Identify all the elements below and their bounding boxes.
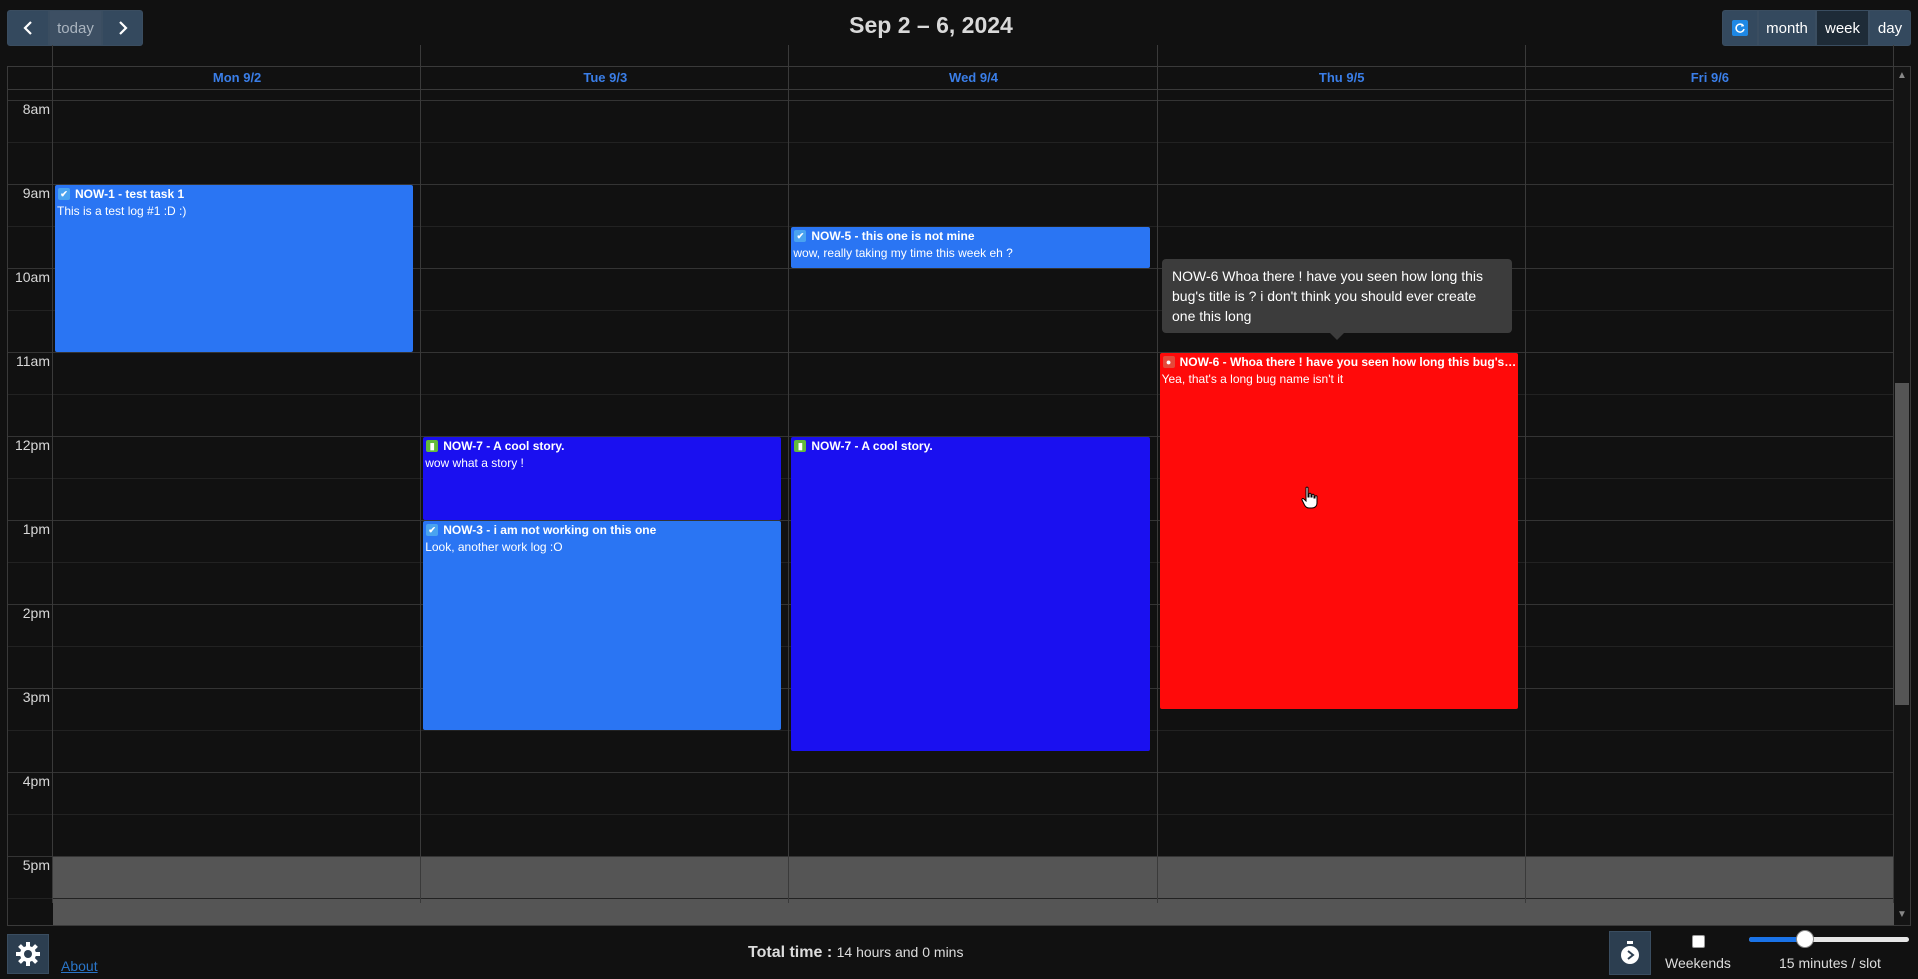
column-divider: [420, 45, 422, 903]
task-checkbox-icon: ✔: [58, 188, 70, 201]
day-header: Wed 9/4: [949, 70, 998, 85]
total-time: Total time : 14 hours and 0 mins: [748, 944, 963, 962]
task-checkbox-icon: ✔: [426, 524, 439, 537]
story-bookmark-icon: ▮: [426, 440, 439, 453]
hour-label: 10am: [14, 269, 50, 286]
scrollbar[interactable]: ▲ ▼: [1894, 67, 1910, 925]
slot-label: 15 minutes / slot: [1779, 955, 1881, 971]
event-title: NOW-3 - i am not working on this one: [443, 523, 657, 538]
refresh-button[interactable]: [1722, 10, 1758, 46]
hour-label: 3pm: [22, 689, 50, 706]
event-title: NOW-7 - A cool story.: [443, 439, 565, 454]
grid-line: [8, 394, 1894, 396]
event-description: This is a test log #1 :D :): [57, 204, 187, 219]
view-week-button[interactable]: week: [1816, 10, 1869, 46]
time-grid[interactable]: 8am 9am 10am 11am 12pm 1pm 2pm 3pm 4pm 5pm ✔ NOW-1…: [8, 89, 1894, 925]
task-checkbox-icon: ✔: [794, 230, 807, 243]
gear-icon: [16, 942, 40, 966]
event-description: Look, another work log :O: [425, 540, 563, 555]
day-header: Tue 9/3: [583, 70, 628, 85]
calendar-event[interactable]: ▮ NOW-7 - A cool story.: [791, 437, 1150, 752]
grid-line: [8, 814, 1894, 816]
stopwatch-icon: [1621, 941, 1639, 964]
calendar-event[interactable]: ✔ NOW-1 - test task 1 This is a test log #…: [55, 185, 414, 353]
view-month-button[interactable]: month: [1758, 10, 1816, 46]
timer-button[interactable]: [1609, 931, 1651, 975]
day-header: Mon 9/2: [212, 70, 262, 85]
day-header: Fri 9/6: [1690, 70, 1730, 85]
hour-label: 9am: [22, 185, 50, 202]
bug-icon: ●: [1162, 356, 1175, 369]
slot-slider-thumb[interactable]: [1796, 930, 1814, 948]
column-divider: [1156, 45, 1158, 903]
hour-label: 4pm: [22, 773, 50, 790]
calendar-event[interactable]: ✔ NOW-5 - this one is not mine wow, really…: [791, 227, 1150, 269]
view-day-button[interactable]: day: [1869, 10, 1911, 46]
hour-label: 1pm: [22, 521, 50, 538]
event-tooltip: NOW-6 Whoa there ! have you seen how lon…: [1162, 259, 1512, 340]
column-divider: [1893, 45, 1894, 903]
hour-label: 5pm: [22, 857, 50, 874]
settings-button[interactable]: [7, 934, 49, 974]
off-hours-shading: [53, 856, 1894, 925]
grid-line: [8, 142, 1894, 144]
weekends-checkbox[interactable]: [1692, 935, 1705, 948]
weekends-label: Weekends: [1665, 955, 1731, 971]
total-time-value: 14 hours and 0 mins: [836, 944, 964, 960]
calendar-event[interactable]: ✔ NOW-3 - i am not working on this one Loo…: [423, 521, 782, 731]
event-title: NOW-1 - test task 1: [75, 187, 185, 202]
column-divider: [1524, 45, 1526, 903]
grid-line: [8, 100, 1894, 102]
event-description: wow what a story !: [425, 456, 524, 471]
day-header: Thu 9/5: [1318, 70, 1365, 85]
story-bookmark-icon: ▮: [794, 440, 807, 453]
total-time-label: Total time :: [748, 944, 833, 961]
grid-line: [8, 772, 1894, 774]
event-description: Yea, that's a long bug name isn't it: [1161, 372, 1344, 387]
column-divider: [788, 45, 790, 903]
calendar-event[interactable]: ● NOW-6 - Whoa there ! have you seen how …: [1159, 353, 1518, 710]
grid-line: [8, 856, 1894, 858]
scrollbar-thumb[interactable]: [1895, 383, 1909, 705]
slot-slider[interactable]: [1749, 930, 1909, 950]
hour-label: 8am: [22, 101, 50, 118]
column-divider: [52, 45, 53, 903]
refresh-icon: [1732, 20, 1748, 36]
grid-line: [8, 352, 1894, 354]
event-description: wow, really taking my time this week eh …: [793, 246, 1013, 261]
page-title: Sep 2 – 6, 2024: [849, 12, 1013, 38]
event-title: NOW-6 - Whoa there ! have you seen how l…: [1179, 355, 1517, 370]
scroll-down-icon[interactable]: ▼: [1897, 909, 1907, 920]
event-title: NOW-5 - this one is not mine: [811, 229, 975, 244]
calendar-event[interactable]: ▮ NOW-7 - A cool story. wow what a story !: [423, 437, 782, 521]
hour-label: 2pm: [22, 605, 50, 622]
event-title: NOW-7 - A cool story.: [811, 439, 933, 454]
week-calendar[interactable]: Mon 9/2 Tue 9/3 Wed 9/4 Thu 9/5 Fri 9/6 8am 9…: [7, 45, 1911, 926]
header-divider: [8, 89, 1894, 90]
hour-label: 12pm: [14, 437, 50, 454]
hour-label: 11am: [16, 353, 50, 370]
hand-cursor-icon: [1301, 486, 1318, 509]
about-link[interactable]: About: [61, 958, 98, 974]
grid-line: [8, 898, 1894, 900]
scroll-up-icon[interactable]: ▲: [1897, 70, 1907, 81]
